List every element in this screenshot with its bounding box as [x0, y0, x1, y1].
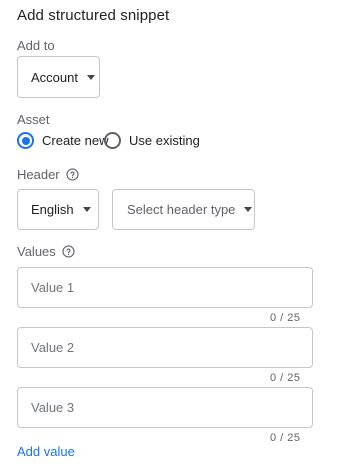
help-icon[interactable]: [62, 245, 75, 258]
add-to-selected: Account: [31, 69, 78, 85]
radio-create-new-label: Create new: [42, 133, 109, 148]
value-input-1[interactable]: [17, 267, 313, 308]
chevron-down-icon: [82, 207, 91, 212]
panel-title: Add structured snippet: [17, 7, 170, 24]
value-input-3[interactable]: [17, 387, 313, 428]
chevron-down-icon: [86, 74, 95, 80]
add-to-label: Add to: [17, 38, 55, 53]
language-dropdown[interactable]: English: [17, 189, 99, 230]
value-counter-2: 0 / 25: [270, 372, 301, 384]
radio-use-existing[interactable]: Use existing: [104, 132, 200, 149]
header-label-row: Header: [17, 167, 79, 182]
header-label: Header: [17, 167, 60, 182]
value-counter-1: 0 / 25: [270, 312, 301, 324]
values-label-row: Values: [17, 244, 75, 259]
header-type-placeholder: Select header type: [127, 202, 236, 217]
chevron-down-icon: [244, 207, 253, 212]
radio-use-existing-label: Use existing: [129, 133, 200, 148]
values-label: Values: [17, 244, 56, 259]
radio-checked-icon: [17, 132, 34, 149]
asset-label: Asset: [17, 112, 50, 127]
radio-create-new[interactable]: Create new: [17, 132, 108, 149]
value-input-2[interactable]: [17, 327, 313, 368]
help-icon[interactable]: [66, 168, 79, 181]
header-type-dropdown[interactable]: Select header type: [112, 189, 255, 230]
add-value-link[interactable]: Add value: [17, 444, 75, 459]
radio-unchecked-icon: [104, 132, 121, 149]
add-to-dropdown[interactable]: Account: [17, 56, 100, 98]
value-counter-3: 0 / 25: [270, 432, 301, 444]
language-selected: English: [31, 202, 74, 217]
